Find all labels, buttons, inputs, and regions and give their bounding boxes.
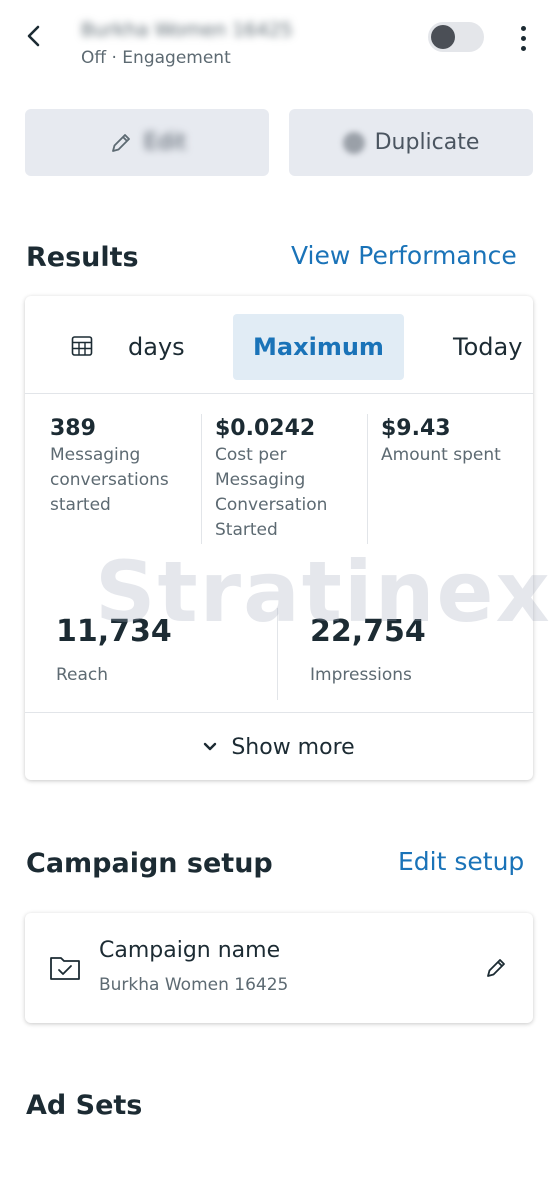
edit-button-label: Edit [143,130,187,155]
ad-sets-title: Ad Sets [26,1090,143,1121]
tab-maximum[interactable]: Maximum [233,314,404,380]
metric-label: Impressions [310,665,412,685]
chevron-left-icon [27,25,40,47]
metric-label: Messaging conversations started [50,445,169,515]
metric-divider [201,414,202,544]
toggle-knob [431,25,455,49]
metric-amount-spent: $9.43 Amount spent [381,416,526,468]
campaign-name-card[interactable] [25,913,533,1023]
more-options-button[interactable] [510,22,536,54]
results-title: Results [26,242,139,273]
campaign-status-subtitle: Off · Engagement [81,48,231,68]
metric-value: 389 [50,416,96,441]
tab-days[interactable]: days [128,314,185,380]
duplicate-button[interactable]: Duplicate [289,109,533,176]
metric-label: Cost per Messaging Conversation Started [215,445,328,540]
campaign-name-value: Burkha Women 16425 [99,975,289,995]
folder-check-icon [50,957,80,980]
metric-value: $9.43 [381,416,451,441]
tab-today[interactable]: Today [453,314,522,380]
pencil-icon [111,133,130,152]
edit-setup-link[interactable]: Edit setup [398,847,524,876]
metric-label: Reach [56,665,109,685]
edit-button[interactable]: Edit [25,109,269,176]
metric-messaging-conversations: 389 Messaging conversations started [50,416,200,518]
more-dot [520,25,526,31]
duplicate-button-label: Duplicate [374,130,480,155]
back-button[interactable] [18,20,50,52]
results-card: days Maximum Today 389 Messaging convers… [25,296,533,780]
more-dot [520,35,526,41]
metric-divider [367,414,368,544]
campaign-title: Burkha Women 16425 [81,19,293,41]
campaign-on-off-toggle[interactable] [428,22,484,52]
metric-label: Amount spent [381,445,501,465]
duplicate-icon [342,131,365,154]
metric-value: $0.0242 [215,416,316,441]
show-more-button[interactable]: Show more [25,712,533,780]
metric-cost-per-conversation: $0.0242 Cost per Messaging Conversation … [215,416,360,543]
campaign-name-label: Campaign name [99,938,281,963]
pencil-icon[interactable] [483,955,509,981]
date-range-tabs: days Maximum Today [25,296,533,394]
chevron-down-icon [204,742,217,751]
more-dot [520,45,526,51]
campaign-setup-title: Campaign setup [26,848,273,879]
calendar-table-icon[interactable] [70,334,94,358]
view-performance-link[interactable]: View Performance [291,241,517,270]
watermark: Stratinex [95,543,552,641]
show-more-label: Show more [231,734,355,760]
